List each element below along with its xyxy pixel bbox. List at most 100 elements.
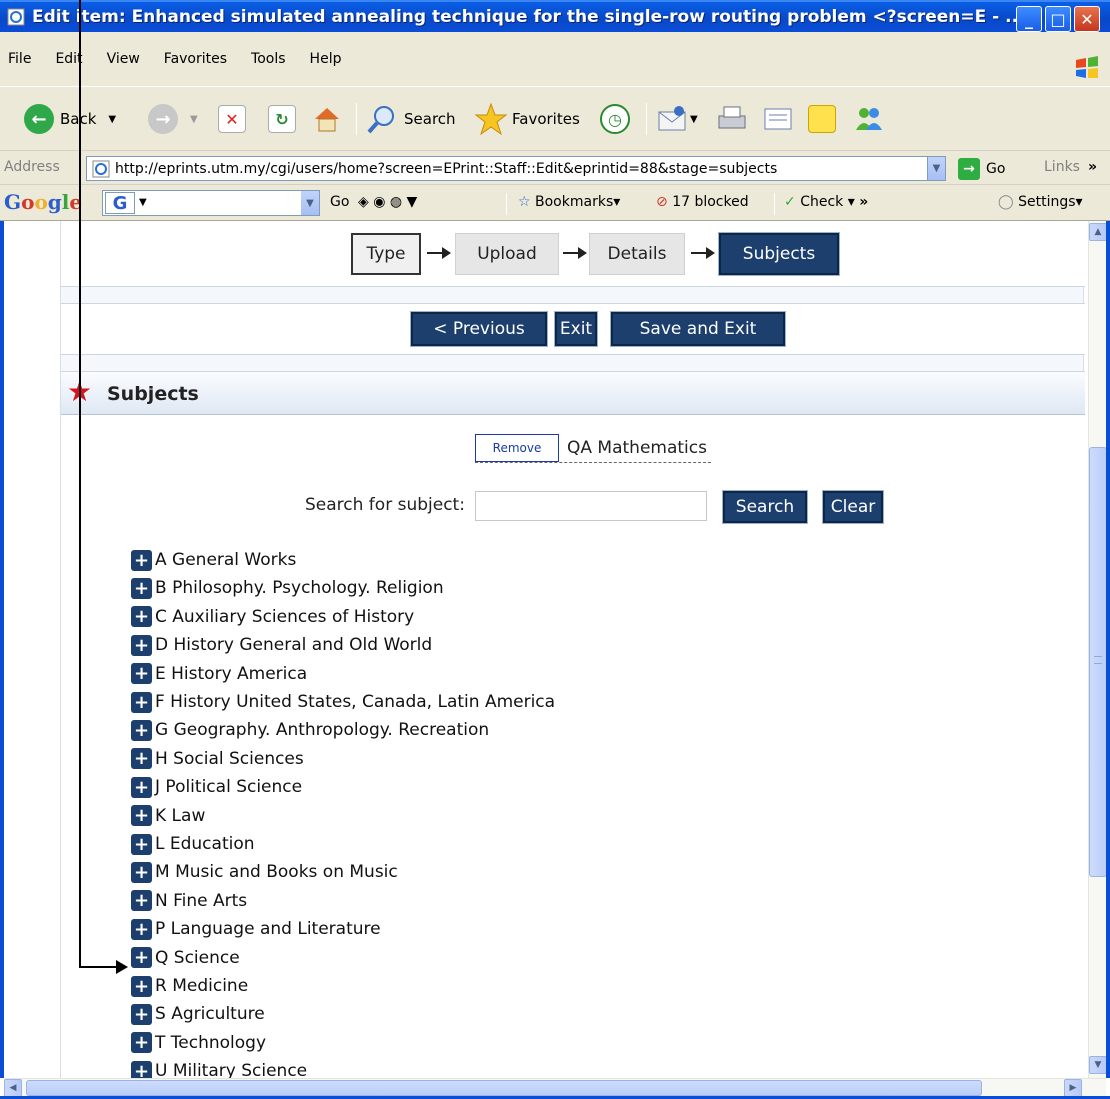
- google-g-dropdown-icon[interactable]: ▼: [139, 197, 147, 208]
- window-title-bar[interactable]: Edit item: Enhanced simulated annealing …: [0, 0, 1110, 32]
- previous-button[interactable]: < Previous: [410, 311, 548, 347]
- subject-tree-item[interactable]: + A General Works: [131, 549, 296, 571]
- google-search-dropdown-icon[interactable]: ▼: [301, 191, 319, 215]
- stage-details[interactable]: Details: [589, 233, 685, 275]
- subject-search-input[interactable]: [475, 491, 707, 521]
- horizontal-scroll-thumb[interactable]: [26, 1080, 982, 1096]
- expand-plus-icon[interactable]: +: [131, 861, 152, 883]
- forward-button[interactable]: → ▼: [148, 101, 198, 137]
- subject-tree-item[interactable]: + H Social Sciences: [131, 748, 304, 770]
- notes-button[interactable]: [808, 101, 836, 137]
- expand-plus-icon[interactable]: +: [131, 577, 152, 599]
- menu-file[interactable]: File: [0, 51, 43, 67]
- edit-button[interactable]: [762, 101, 794, 137]
- google-search-input[interactable]: G ▼ ▼: [102, 190, 320, 216]
- home-button[interactable]: [312, 101, 342, 137]
- subject-tree-item[interactable]: + K Law: [131, 805, 205, 827]
- subject-tree-item[interactable]: + S Agriculture: [131, 1003, 265, 1025]
- subject-tree-item[interactable]: + Q Science: [131, 947, 240, 969]
- stage-type[interactable]: Type: [351, 233, 421, 275]
- expand-plus-icon[interactable]: +: [131, 634, 152, 656]
- subject-tree-item[interactable]: + C Auxiliary Sciences of History: [131, 606, 414, 628]
- menu-favorites[interactable]: Favorites: [152, 51, 239, 67]
- save-and-exit-button[interactable]: Save and Exit: [610, 311, 786, 347]
- subject-tree-item[interactable]: + E History America: [131, 663, 307, 685]
- go-button[interactable]: → Go: [958, 158, 1005, 180]
- expand-plus-icon[interactable]: +: [131, 947, 152, 969]
- expand-plus-icon[interactable]: +: [131, 975, 152, 997]
- menu-edit[interactable]: Edit: [43, 51, 94, 67]
- subject-tree-item[interactable]: + F History United States, Canada, Latin …: [131, 691, 555, 713]
- scroll-right-icon[interactable]: ▶: [1064, 1079, 1082, 1097]
- subjects-title: Subjects: [107, 383, 199, 405]
- address-dropdown-icon[interactable]: ▼: [927, 157, 945, 180]
- google-go-button[interactable]: Go: [330, 194, 349, 210]
- expand-plus-icon[interactable]: +: [131, 1003, 152, 1025]
- arrow-right-icon: [563, 247, 587, 259]
- subject-tree-item[interactable]: + D History General and Old World: [131, 634, 432, 656]
- expand-plus-icon[interactable]: +: [131, 890, 152, 912]
- expand-plus-icon[interactable]: +: [131, 918, 152, 940]
- subject-tree-item[interactable]: + G Geography. Anthropology. Recreation: [131, 719, 489, 741]
- popup-blocker-button[interactable]: ⊘ 17 blocked: [656, 194, 749, 210]
- back-dropdown-icon[interactable]: ▼: [108, 114, 116, 125]
- subject-tree-item[interactable]: + T Technology: [131, 1032, 266, 1054]
- expand-plus-icon[interactable]: +: [131, 606, 152, 628]
- forward-dropdown-icon[interactable]: ▼: [190, 114, 198, 125]
- address-input[interactable]: http://eprints.utm.my/cgi/users/home?scr…: [86, 156, 946, 181]
- search-button[interactable]: Search: [366, 101, 456, 137]
- subject-search-button[interactable]: Search: [722, 490, 808, 524]
- close-button[interactable]: ✕: [1074, 6, 1100, 32]
- expand-plus-icon[interactable]: +: [131, 719, 152, 741]
- favorites-button[interactable]: Favorites: [474, 101, 580, 137]
- back-button[interactable]: ← Back ▼: [24, 101, 116, 137]
- subject-clear-button[interactable]: Clear: [822, 490, 884, 524]
- print-button[interactable]: [716, 101, 748, 137]
- menu-tools[interactable]: Tools: [239, 51, 298, 67]
- subject-tree-label: C Auxiliary Sciences of History: [155, 606, 415, 627]
- horizontal-scrollbar[interactable]: ◀ ▶: [4, 1078, 1106, 1097]
- expand-plus-icon[interactable]: +: [131, 691, 152, 713]
- spellcheck-button[interactable]: ✓ Check ▾ »: [784, 194, 868, 210]
- subject-tree-item[interactable]: + J Political Science: [131, 776, 302, 798]
- google-tool-icons[interactable]: ◈ ◉ ◍ ▼: [358, 194, 417, 210]
- minimize-button[interactable]: _: [1016, 6, 1042, 32]
- bookmarks-button[interactable]: ☆ Bookmarks▾: [518, 194, 620, 210]
- scroll-left-icon[interactable]: ◀: [4, 1079, 22, 1097]
- scroll-down-icon[interactable]: ▼: [1089, 1056, 1106, 1074]
- messenger-button[interactable]: [852, 101, 886, 137]
- expand-plus-icon[interactable]: +: [131, 805, 152, 827]
- remove-subject-button[interactable]: Remove: [475, 433, 559, 462]
- mail-dropdown-icon[interactable]: ▼: [690, 114, 698, 125]
- links-button[interactable]: Links »: [1044, 159, 1097, 175]
- expand-plus-icon[interactable]: +: [131, 663, 152, 685]
- expand-plus-icon[interactable]: +: [131, 833, 152, 855]
- stage-subjects[interactable]: Subjects: [718, 232, 840, 276]
- subject-tree-item[interactable]: + U Military Science: [131, 1060, 307, 1078]
- subject-tree-item[interactable]: + B Philosophy. Psychology. Religion: [131, 577, 444, 599]
- expand-plus-icon[interactable]: +: [131, 1032, 152, 1054]
- vertical-scroll-thumb[interactable]: [1089, 447, 1106, 877]
- exit-button[interactable]: Exit: [554, 311, 598, 347]
- subject-tree-item[interactable]: + L Education: [131, 833, 255, 855]
- stage-upload[interactable]: Upload: [455, 233, 559, 275]
- subject-tree-item[interactable]: + M Music and Books on Music: [131, 861, 398, 883]
- stop-button[interactable]: ✕: [218, 101, 246, 137]
- mail-button[interactable]: ▼: [656, 101, 698, 137]
- maximize-button[interactable]: □: [1045, 6, 1071, 32]
- menu-help[interactable]: Help: [298, 51, 354, 67]
- menu-view[interactable]: View: [95, 51, 152, 67]
- expand-plus-icon[interactable]: +: [131, 776, 152, 798]
- settings-button[interactable]: ◯ Settings▾: [998, 194, 1083, 210]
- vertical-scrollbar[interactable]: ▲ ▼: [1088, 221, 1106, 1078]
- history-button[interactable]: ◷: [600, 101, 630, 137]
- refresh-button[interactable]: ↻: [268, 101, 296, 137]
- expand-plus-icon[interactable]: +: [131, 748, 152, 770]
- subject-tree-item[interactable]: + R Medicine: [131, 975, 248, 997]
- subject-tree-item[interactable]: + P Language and Literature: [131, 918, 381, 940]
- expand-plus-icon[interactable]: +: [131, 1060, 152, 1078]
- scroll-up-icon[interactable]: ▲: [1089, 223, 1106, 241]
- expand-plus-icon[interactable]: +: [131, 549, 152, 571]
- subject-tree-item[interactable]: + N Fine Arts: [131, 890, 247, 912]
- check-label: Check: [800, 194, 844, 210]
